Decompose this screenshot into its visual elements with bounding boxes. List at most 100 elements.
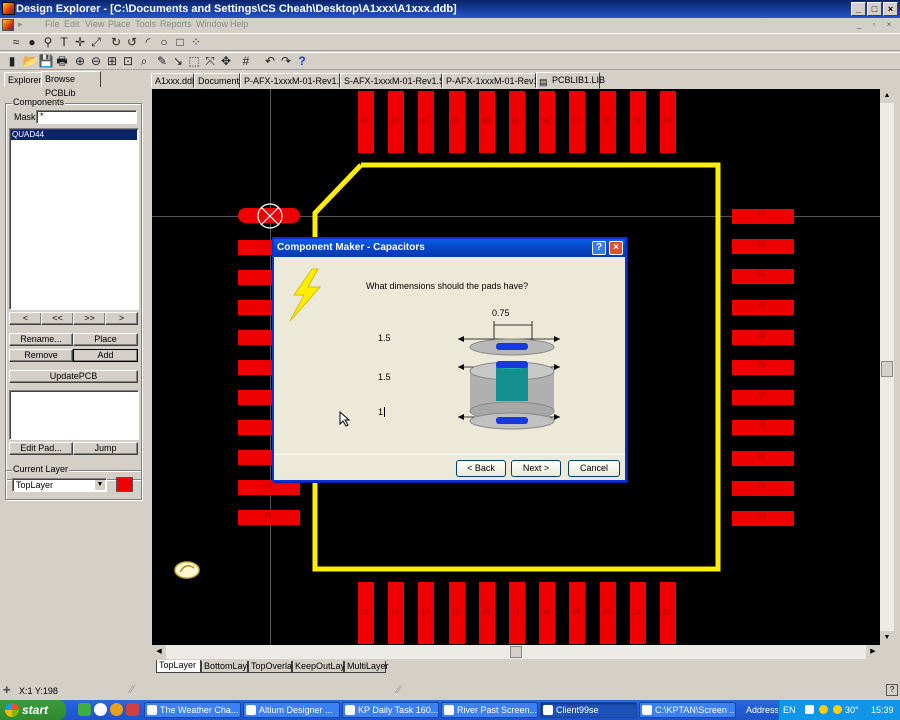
interactive-route-icon[interactable]: ↘ (170, 54, 186, 69)
string-icon[interactable]: T (56, 35, 72, 50)
pad-15[interactable]: 15 (448, 582, 465, 644)
quicklaunch-icon-4[interactable] (126, 703, 139, 716)
tab-sch-document[interactable]: S-AFX-1xxxM-01-Rev1.SCH (340, 73, 458, 88)
place-button[interactable]: Place (73, 333, 138, 346)
menu-tools[interactable]: Tools (135, 19, 156, 29)
menu-window[interactable]: Window (196, 19, 228, 29)
tray-icon-1[interactable] (805, 705, 814, 714)
zoom-in-icon[interactable]: ⊕ (72, 54, 88, 69)
document-system-icon[interactable] (2, 19, 14, 31)
pad-left-10[interactable]: 10 (238, 480, 300, 495)
pad-13[interactable]: 13 (388, 582, 405, 644)
via-icon[interactable]: ⚲ (40, 35, 56, 50)
menu-place[interactable]: Place (108, 19, 131, 29)
zoom-area-icon[interactable]: ⊞ (104, 54, 120, 69)
full-circle-icon[interactable]: ○ (156, 35, 172, 50)
pad-24[interactable]: 24 (732, 480, 794, 496)
array-icon[interactable]: ⁘ (188, 35, 204, 50)
layer-color-swatch[interactable] (116, 477, 133, 492)
pad-17[interactable]: 17 (509, 582, 525, 644)
pad-42[interactable]: 42 (418, 91, 435, 153)
layer-tab-keepoutlayer[interactable]: KeepOutLayer (292, 661, 353, 673)
menu-edit[interactable]: Edit (64, 19, 80, 29)
pad-32[interactable]: 32 (732, 239, 794, 255)
pad-14[interactable]: 14 (418, 582, 435, 644)
pad-25[interactable]: 25 (732, 450, 794, 466)
pad-29[interactable]: 29 (732, 329, 794, 345)
help-icon[interactable]: ? (294, 54, 310, 69)
chevron-down-icon[interactable]: ▼ (95, 480, 105, 490)
tab-pcblib1[interactable]: ▤ PCBLIB1.LIB (536, 72, 605, 89)
grid-icon[interactable]: # (238, 54, 254, 69)
pad-22[interactable]: 22 (660, 582, 676, 644)
pad-23[interactable]: 23 (732, 511, 794, 526)
primitive-list[interactable] (9, 390, 139, 440)
pad-39[interactable]: 39 (509, 91, 525, 153)
pad-21[interactable]: 21 (629, 582, 646, 644)
pad-44[interactable]: 44 (358, 91, 374, 153)
horizontal-scroll-thumb[interactable] (510, 646, 522, 658)
tab-documents[interactable]: Documents (194, 73, 244, 88)
pad-38[interactable]: 38 (539, 91, 556, 153)
pad-27[interactable]: 27 (732, 390, 794, 406)
layer-tab-topoverlay[interactable]: TopOverlay (248, 661, 297, 673)
quicklaunch-icon-3[interactable] (110, 703, 123, 716)
last-button[interactable]: > (105, 312, 138, 325)
pad-33[interactable]: 33 (732, 209, 794, 224)
scroll-right-icon[interactable]: ▶ (866, 645, 880, 659)
print-icon[interactable]: 🖶 (54, 54, 70, 69)
layer-tab-toplayer[interactable]: TopLayer (156, 660, 201, 673)
scroll-down-icon[interactable]: ▼ (880, 631, 894, 645)
next-component-button[interactable]: >> (73, 312, 106, 325)
minimize-button[interactable]: _ (851, 2, 866, 16)
vertical-scroll-thumb[interactable] (881, 361, 893, 377)
current-layer-select[interactable]: TopLayer ▼ (12, 478, 107, 492)
close-button[interactable]: × (883, 2, 898, 16)
pad-26[interactable]: 26 (732, 420, 794, 436)
dialog-help-button[interactable]: ? (592, 241, 606, 255)
horizontal-scrollbar[interactable]: ◀ ▶ (152, 645, 880, 659)
scroll-up-icon[interactable]: ▲ (880, 89, 894, 103)
vertical-scrollbar[interactable]: ▲ ▼ (880, 89, 894, 645)
menu-view[interactable]: View (85, 19, 104, 29)
explorer-toggle-icon[interactable]: ▮ (4, 54, 20, 69)
zoom-fit-icon[interactable]: ⊡ (120, 54, 136, 69)
menu-reports[interactable]: Reports (160, 19, 192, 29)
rename-button[interactable]: Rename... (9, 333, 73, 346)
fill-icon[interactable]: □ (172, 35, 188, 50)
pad-40[interactable]: 40 (478, 91, 495, 153)
scroll-left-icon[interactable]: ◀ (152, 645, 166, 659)
task-kp-daily[interactable]: KP Daily Task 160... (342, 702, 439, 718)
mask-input[interactable]: * (36, 110, 137, 124)
pad-19[interactable]: 19 (569, 582, 586, 644)
tab-lib-document[interactable]: P-AFX-1xxxM-01-Rev1.lib (442, 73, 550, 88)
pad-36[interactable]: 36 (599, 91, 616, 153)
pad-icon[interactable]: ● (24, 35, 40, 50)
jump-button[interactable]: Jump (73, 442, 138, 455)
previous-button[interactable]: << (41, 312, 74, 325)
pad-35[interactable]: 35 (629, 91, 646, 153)
layer-tab-multilayer[interactable]: MultiLayer (344, 661, 389, 673)
zoom-selection-icon[interactable]: ⌕ (136, 54, 152, 69)
track-icon[interactable]: ≈ (8, 35, 24, 50)
redo-icon[interactable]: ↷ (278, 54, 294, 69)
task-river-past[interactable]: River Past Screen... (441, 702, 538, 718)
pad-34[interactable]: 34 (660, 91, 676, 153)
pad-16[interactable]: 16 (478, 582, 495, 644)
cancel-button[interactable]: Cancel (568, 460, 620, 477)
edit-pad-button[interactable]: Edit Pad... (9, 442, 73, 455)
status-help-icon[interactable]: ? (886, 684, 898, 696)
menu-file[interactable]: File (45, 19, 60, 29)
task-altium[interactable]: Altium Designer ... (243, 702, 340, 718)
arc-center-icon[interactable]: ↻ (108, 35, 124, 50)
open-icon[interactable]: 📂 (22, 54, 38, 69)
doc-minimize-icon[interactable]: _ (853, 21, 865, 31)
arc-any-icon[interactable]: ◜ (140, 35, 156, 50)
tab-a1xxx-ddb[interactable]: A1xxx.ddb (151, 73, 197, 88)
pad-12[interactable]: 12 (358, 582, 374, 644)
quicklaunch-icon-1[interactable] (78, 703, 91, 716)
weather-sun-icon[interactable] (833, 705, 842, 714)
next-button[interactable]: Next > (511, 460, 561, 477)
layer-tab-bottomlayer[interactable]: BottomLayer (201, 661, 255, 673)
quicklaunch-icon-2[interactable] (94, 703, 107, 716)
